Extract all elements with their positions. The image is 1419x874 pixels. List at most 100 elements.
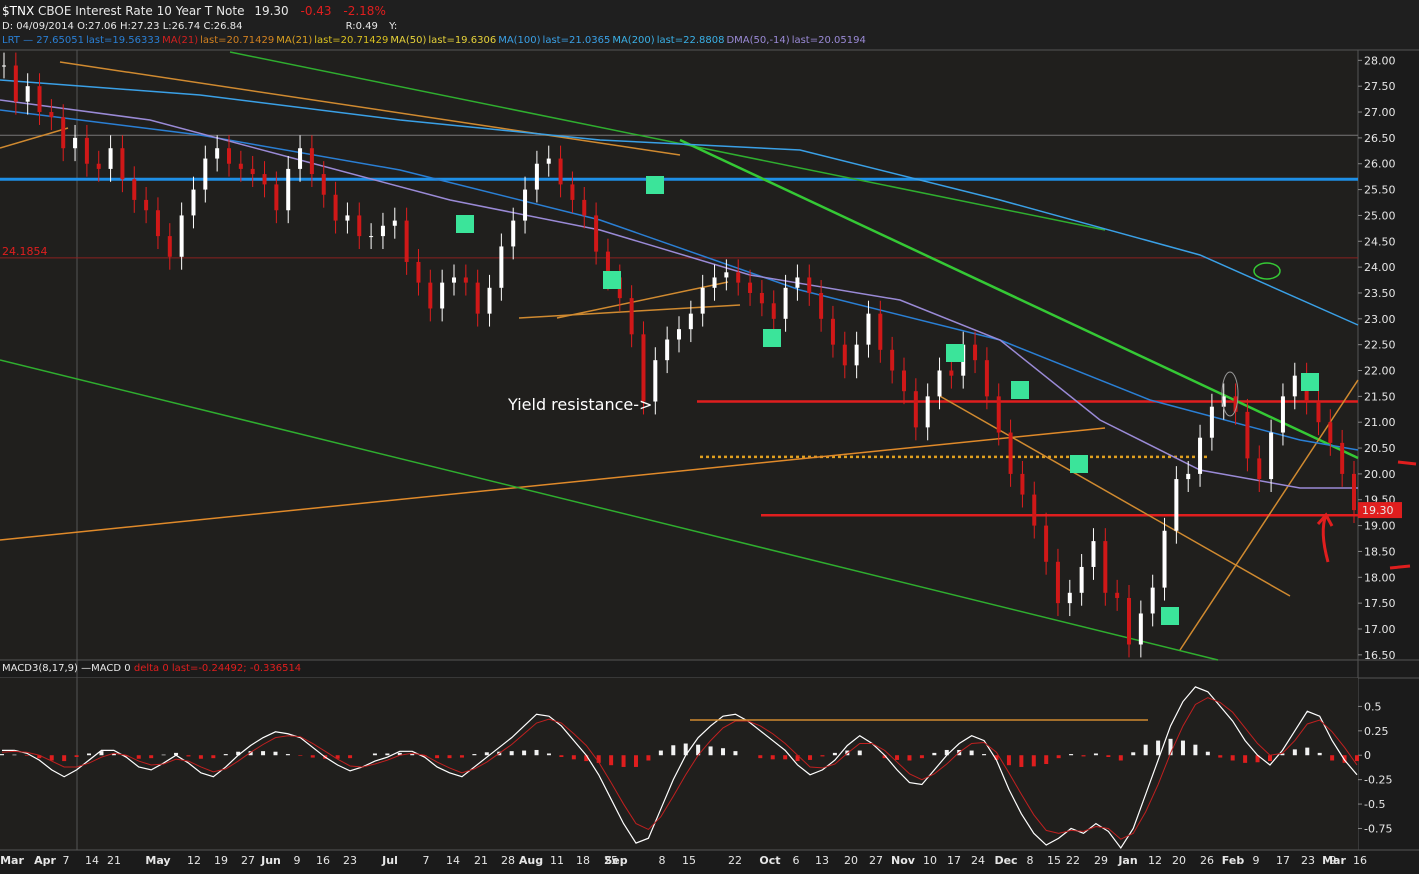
study-legend-item: last=20.71429	[200, 35, 275, 46]
candle-body	[878, 313, 883, 350]
y-tick-label: 18.50	[1364, 545, 1396, 558]
candle-body	[629, 298, 634, 335]
macd-histogram-bar	[832, 752, 837, 756]
candle-body	[49, 112, 54, 118]
y-tick-label: 20.00	[1364, 468, 1396, 481]
x-tick-label: 24	[971, 854, 985, 867]
x-tick-label: 14	[446, 854, 460, 867]
x-tick-label: 27	[241, 854, 255, 867]
macd-histogram-bar	[721, 748, 726, 756]
macd-histogram-bar	[1305, 747, 1310, 756]
macd-histogram-bar	[932, 752, 937, 756]
x-tick-label: 11	[550, 854, 564, 867]
x-tick-label: 17	[947, 854, 961, 867]
x-tick-label: 22	[1066, 854, 1080, 867]
candle-body	[1174, 479, 1179, 531]
macd-histogram-bar	[12, 754, 17, 756]
macd-histogram-bar	[1093, 753, 1098, 756]
candle-body	[511, 220, 516, 247]
y-tick-label: 27.00	[1364, 106, 1396, 119]
study-legend-item: MA(200)	[612, 35, 655, 46]
y-tick-label: 23.00	[1364, 313, 1396, 326]
candle-body	[523, 189, 528, 221]
candle-body	[487, 287, 492, 314]
macd-histogram-bar	[646, 755, 651, 761]
macd-histogram-bar	[1081, 755, 1086, 757]
candle-body	[1138, 613, 1143, 645]
candle-body	[1352, 473, 1356, 511]
macd-histogram-bar	[1230, 755, 1235, 761]
y-tick-label: 28.00	[1364, 54, 1396, 67]
x-tick-label: Sep	[604, 854, 627, 867]
y-tick-label: 20.50	[1364, 442, 1396, 455]
candle-body	[309, 148, 314, 175]
x-tick-label: Feb	[1222, 854, 1245, 867]
y-tick-label: 22.00	[1364, 365, 1396, 378]
x-tick-label: 23	[1301, 854, 1315, 867]
candle-body	[688, 313, 693, 330]
last-value-label: 19.30	[1362, 504, 1394, 517]
macd-histogram-bar	[410, 754, 415, 756]
macd-histogram-bar	[273, 751, 278, 756]
x-tick-label: May	[145, 854, 170, 867]
candle-body	[570, 184, 575, 200]
macd-histogram-bar	[435, 755, 440, 759]
x-tick-label: Mar	[0, 854, 24, 867]
study-legend-item: LRT — 27.65051	[2, 35, 84, 46]
candle-body	[357, 215, 362, 237]
ohlc-open: O:27.06	[77, 21, 117, 32]
price-change: -0.43	[300, 4, 332, 18]
macd-histogram-bar	[1355, 755, 1359, 762]
macd-histogram-bar	[571, 755, 576, 760]
candle-body	[1020, 473, 1025, 495]
study-legend-item: MA(100)	[498, 35, 541, 46]
candle-body	[333, 194, 338, 221]
macd-label-3: delta 0 last=-0.24492;	[133, 663, 247, 674]
candle-body	[1209, 406, 1214, 438]
macd-histogram-bar	[1243, 755, 1248, 763]
macd-histogram-bar	[895, 755, 900, 760]
x-tick-label: Jan	[1117, 854, 1137, 867]
x-tick-label: 21	[474, 854, 488, 867]
study-legend-item: MA(21)	[162, 35, 199, 46]
macd-histogram-bar	[969, 750, 974, 756]
candle-body	[404, 220, 409, 262]
candle-body	[949, 370, 954, 376]
x-tick-label: 13	[815, 854, 829, 867]
macd-histogram-bar	[261, 751, 266, 756]
candle-body	[369, 236, 374, 238]
y-tick-label: 17.50	[1364, 597, 1396, 610]
candle-body	[61, 117, 66, 149]
macd-histogram-bar	[522, 750, 527, 756]
y-tick-label: 25.00	[1364, 209, 1396, 222]
macd-histogram-bar	[633, 755, 638, 767]
x-tick-label: Jun	[260, 854, 281, 867]
candle-body	[1316, 401, 1321, 423]
x-tick-label: 7	[423, 854, 430, 867]
price-panel-bg	[0, 50, 1358, 660]
price-change-pct: -2.18%	[343, 4, 386, 18]
macd-histogram-bar	[211, 755, 216, 759]
candle-body	[866, 313, 871, 345]
macd-histogram-bar	[1069, 754, 1074, 756]
x-tick-label: 20	[844, 854, 858, 867]
macd-histogram-bar	[1193, 744, 1198, 756]
signal-square	[603, 271, 621, 289]
candle-body	[1032, 494, 1037, 526]
x-tick-label: 28	[501, 854, 515, 867]
candle-body	[854, 344, 859, 366]
y-tick-label: 24.50	[1364, 235, 1396, 248]
macd-label-4: -0.336514	[249, 663, 302, 674]
macd-histogram-bar	[372, 753, 377, 756]
x-tick-label: 9	[1330, 854, 1337, 867]
macd-histogram-bar	[62, 755, 67, 762]
macd-histogram-bar	[808, 755, 813, 760]
candle-body	[1340, 442, 1345, 474]
macd-histogram-bar	[758, 755, 763, 759]
macd-histogram-bar	[1143, 744, 1148, 756]
macd-histogram-bar	[783, 755, 788, 760]
candle-body	[1127, 597, 1131, 645]
candle-body	[700, 287, 705, 314]
candle-body	[321, 174, 326, 195]
ohlc-row: D: 04/09/2014 O:27.06 H:27.23 L:26.74 C:…	[2, 21, 397, 32]
